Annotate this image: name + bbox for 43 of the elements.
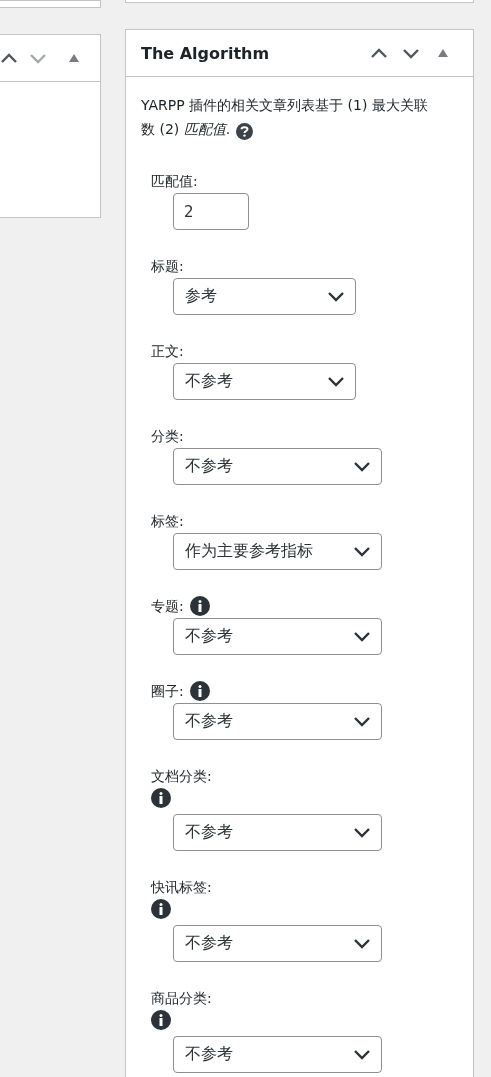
chevron-down-icon	[353, 1049, 371, 1060]
chevron-down-icon	[353, 546, 371, 557]
field-label: 圈子:	[151, 682, 184, 700]
select-dropdown[interactable]: 不参考	[173, 448, 382, 485]
info-icon[interactable]	[189, 596, 210, 616]
triangle-icon	[438, 49, 448, 57]
info-icon[interactable]	[151, 899, 171, 919]
chevron-down-icon	[402, 47, 420, 59]
chevron-down-icon	[353, 631, 371, 642]
select-dropdown[interactable]: 不参考	[173, 703, 382, 740]
field-label: 分类:	[151, 427, 184, 445]
triangle-icon	[69, 54, 79, 62]
select-dropdown[interactable]: 不参考	[173, 363, 356, 400]
field-label: 正文:	[151, 342, 184, 360]
chevron-down-icon	[353, 827, 371, 838]
select-dropdown[interactable]: 不参考	[173, 1036, 382, 1073]
chevron-down-icon	[353, 461, 371, 472]
field-label: 标题:	[151, 257, 184, 275]
select-dropdown[interactable]: 不参考	[173, 814, 382, 851]
field-label: 快讯标签:	[151, 878, 212, 896]
chevron-down-icon	[353, 938, 371, 949]
select-dropdown[interactable]: 不参考	[173, 618, 382, 655]
field-label: 匹配值:	[151, 172, 198, 190]
info-icon[interactable]	[151, 788, 171, 808]
info-icon[interactable]	[189, 681, 210, 701]
field-label: 商品分类:	[151, 989, 212, 1007]
chevron-down-icon	[327, 376, 345, 387]
description: YARPP 插件的相关文章列表基于 (1) 最大关联数 (2) 匹配值.	[141, 93, 437, 141]
panel-title: The Algorithm	[141, 43, 271, 63]
field-label: 专题:	[151, 597, 184, 615]
info-icon[interactable]	[151, 1010, 171, 1030]
select-dropdown[interactable]: 参考	[173, 278, 356, 315]
help-icon[interactable]	[236, 123, 254, 140]
chevron-up-icon	[0, 52, 18, 64]
chevron-up-icon	[370, 47, 388, 59]
select-dropdown[interactable]: 作为主要参考指标	[173, 533, 382, 570]
chevron-down-icon	[327, 291, 345, 302]
chevron-down-icon	[29, 52, 47, 64]
chevron-down-icon	[353, 716, 371, 727]
field-label: 标签:	[151, 512, 184, 530]
select-dropdown[interactable]: 不参考	[173, 925, 382, 962]
match-value-input[interactable]: 2	[173, 193, 249, 230]
field-label: 文档分类:	[151, 767, 212, 785]
